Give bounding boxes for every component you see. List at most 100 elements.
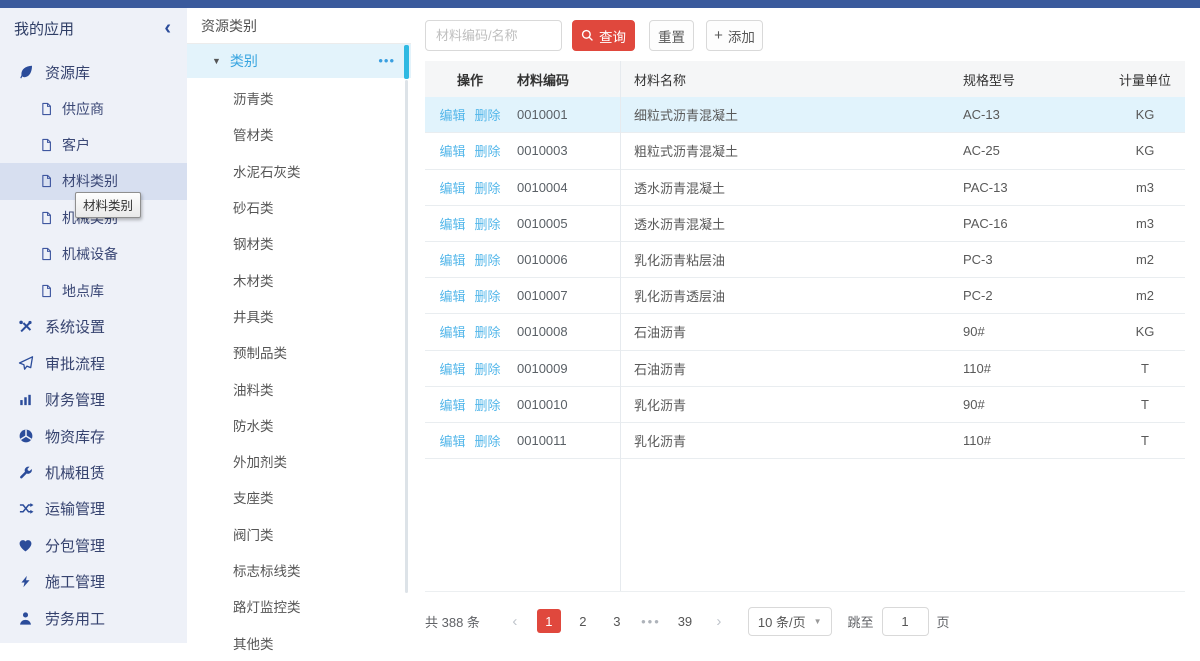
add-button-label: 添加 <box>728 26 755 46</box>
category-item[interactable]: 水泥石灰类 <box>187 153 411 189</box>
tools-icon <box>17 319 34 334</box>
delete-link[interactable]: 删除 <box>475 362 501 377</box>
category-item[interactable]: 标志标线类 <box>187 552 411 588</box>
cell-material-code: 0010010 <box>515 397 620 412</box>
page-button-1[interactable]: 1 <box>537 609 561 633</box>
category-list: 沥青类 管材类 水泥石灰类 砂石类 钢材类 木材类 井具类 预制品类 油料类 防… <box>187 78 411 661</box>
caret-down-icon[interactable]: ▼ <box>212 56 221 66</box>
category-item[interactable]: 油料类 <box>187 370 411 406</box>
table-row: 编辑删除 0010005 透水沥青混凝土 PAC-16 m3 <box>425 206 1185 242</box>
category-item[interactable]: 管材类 <box>187 116 411 152</box>
sidebar-item-finance-management[interactable]: 财务管理 <box>0 382 187 418</box>
sidebar-item-approval-flow[interactable]: 审批流程 <box>0 345 187 381</box>
paper-plane-icon <box>17 355 34 371</box>
search-icon <box>581 29 594 42</box>
cell-material-code: 0010007 <box>515 288 620 303</box>
sidebar-item-machine-rental[interactable]: 机械租赁 <box>0 454 187 490</box>
sidebar-item-label: 运输管理 <box>45 498 105 519</box>
cell-material-code: 0010004 <box>515 180 620 195</box>
cell-spec-model: 90# <box>955 397 1105 412</box>
edit-link[interactable]: 编辑 <box>439 289 465 304</box>
edit-link[interactable]: 编辑 <box>439 434 465 449</box>
panel-scrollbar-track[interactable] <box>405 80 408 593</box>
cell-unit: m3 <box>1105 180 1185 195</box>
edit-link[interactable]: 编辑 <box>439 108 465 123</box>
sidebar-item-customer[interactable]: 客户 <box>0 127 187 163</box>
category-item[interactable]: 木材类 <box>187 261 411 297</box>
category-item[interactable]: 预制品类 <box>187 334 411 370</box>
page-button-3[interactable]: 3 <box>605 609 629 633</box>
jump-page-input[interactable] <box>882 607 929 636</box>
cell-unit: T <box>1105 433 1185 448</box>
category-item[interactable]: 路灯监控类 <box>187 588 411 624</box>
category-item[interactable]: 防水类 <box>187 407 411 443</box>
page-size-select[interactable]: 10 条/页 ▼ <box>748 607 832 636</box>
table-row: 编辑删除 0010004 透水沥青混凝土 PAC-13 m3 <box>425 170 1185 206</box>
cell-spec-model: PC-3 <box>955 252 1105 267</box>
panel-scrollbar-thumb[interactable] <box>404 45 409 79</box>
category-item[interactable]: 阀门类 <box>187 516 411 552</box>
delete-link[interactable]: 删除 <box>475 398 501 413</box>
reset-button[interactable]: 重置 <box>649 20 694 51</box>
delete-link[interactable]: 删除 <box>475 434 501 449</box>
sidebar-item-subcontract-management[interactable]: 分包管理 <box>0 527 187 563</box>
edit-link[interactable]: 编辑 <box>439 398 465 413</box>
delete-link[interactable]: 删除 <box>475 289 501 304</box>
sidebar-item-resource-library[interactable]: 资源库 <box>0 54 187 90</box>
edit-link[interactable]: 编辑 <box>439 362 465 377</box>
delete-link[interactable]: 删除 <box>475 325 501 340</box>
search-input[interactable] <box>425 20 562 51</box>
chevron-down-icon: ▼ <box>814 617 822 626</box>
cell-unit: KG <box>1105 324 1185 339</box>
category-item[interactable]: 沥青类 <box>187 80 411 116</box>
category-item[interactable]: 井具类 <box>187 298 411 334</box>
cell-spec-model: PAC-13 <box>955 180 1105 195</box>
edit-link[interactable]: 编辑 <box>439 181 465 196</box>
edit-link[interactable]: 编辑 <box>439 144 465 159</box>
edit-link[interactable]: 编辑 <box>439 217 465 232</box>
collapse-sidebar-icon[interactable]: ‹ <box>164 18 171 38</box>
sidebar-menu: 资源库 供应商 客户 材料类别 机械类别 <box>0 48 187 636</box>
cell-material-code: 0010009 <box>515 361 620 376</box>
sidebar-item-machine-equipment[interactable]: 机械设备 <box>0 236 187 272</box>
cell-material-code: 0010003 <box>515 143 620 158</box>
sidebar-item-transport-management[interactable]: 运输管理 <box>0 491 187 527</box>
delete-link[interactable]: 删除 <box>475 253 501 268</box>
sidebar-item-construction-management[interactable]: 施工管理 <box>0 563 187 599</box>
category-tree-root[interactable]: ▼ 类别 ••• <box>187 44 411 78</box>
page-button-39[interactable]: 39 <box>673 609 697 633</box>
edit-link[interactable]: 编辑 <box>439 253 465 268</box>
delete-link[interactable]: 删除 <box>475 181 501 196</box>
top-accent-bar <box>0 0 1200 8</box>
query-button[interactable]: 查询 <box>572 20 635 51</box>
delete-link[interactable]: 删除 <box>475 108 501 123</box>
materials-table: 操作 材料编码 材料名称 规格型号 计量单位 编辑删除 0010001 细粒式沥… <box>425 61 1185 592</box>
sidebar-item-label: 材料类别 <box>62 171 118 191</box>
sidebar-item-supplier[interactable]: 供应商 <box>0 90 187 126</box>
sidebar-item-location-library[interactable]: 地点库 <box>0 272 187 308</box>
prev-page-icon[interactable]: ‹ <box>503 609 527 633</box>
sidebar-item-labor-employment[interactable]: 劳务用工 <box>0 600 187 636</box>
sidebar-header: 我的应用 ‹ <box>0 8 187 48</box>
delete-link[interactable]: 删除 <box>475 144 501 159</box>
category-item[interactable]: 钢材类 <box>187 225 411 261</box>
file-icon <box>39 284 53 298</box>
cell-material-name: 透水沥青混凝土 <box>620 214 955 233</box>
cell-material-code: 0010011 <box>515 433 620 448</box>
page-size-value: 10 条/页 <box>758 612 806 631</box>
add-button[interactable]: + 添加 <box>706 20 763 51</box>
page-button-2[interactable]: 2 <box>571 609 595 633</box>
next-page-icon[interactable]: › <box>707 609 731 633</box>
sidebar-item-material-inventory[interactable]: 物资库存 <box>0 418 187 454</box>
sidebar-item-system-settings[interactable]: 系统设置 <box>0 309 187 345</box>
cell-unit: KG <box>1105 143 1185 158</box>
category-item[interactable]: 支座类 <box>187 479 411 515</box>
edit-link[interactable]: 编辑 <box>439 325 465 340</box>
reset-button-label: 重置 <box>658 26 685 46</box>
category-item[interactable]: 砂石类 <box>187 189 411 225</box>
app-sidebar: 我的应用 ‹ 资源库 供应商 客户 材料类别 <box>0 8 187 643</box>
table-row: 编辑删除 0010003 粗粒式沥青混凝土 AC-25 KG <box>425 133 1185 169</box>
delete-link[interactable]: 删除 <box>475 217 501 232</box>
table-row: 编辑删除 0010006 乳化沥青粘层油 PC-3 m2 <box>425 242 1185 278</box>
category-item[interactable]: 外加剂类 <box>187 443 411 479</box>
